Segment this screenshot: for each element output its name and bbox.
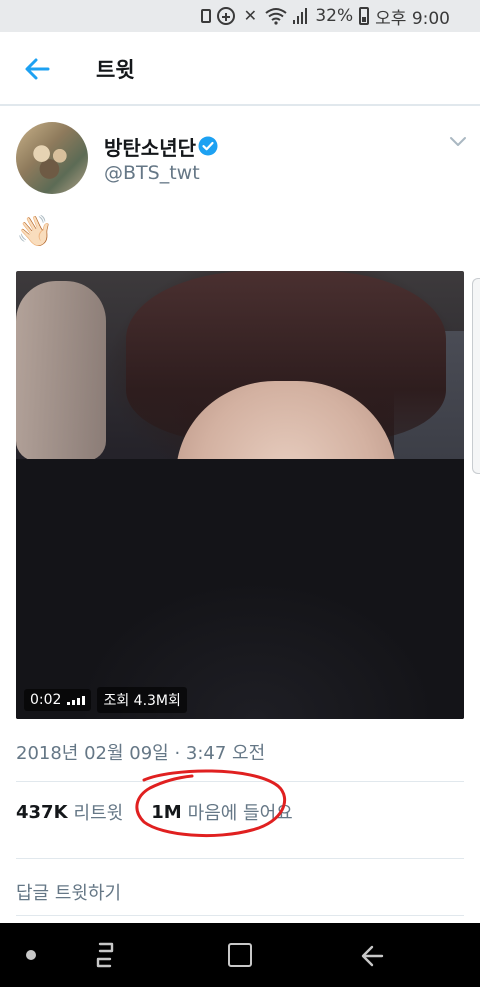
- likes-stat[interactable]: 1M 마음에 들어요: [151, 799, 293, 825]
- tweet-text: 👋🏻: [16, 214, 54, 249]
- tweet-stats: 437K 리트윗 1M 마음에 들어요: [16, 798, 293, 826]
- video-info-badge: 0:02 조회 4.3M회: [24, 687, 187, 713]
- chevron-down-icon[interactable]: [448, 134, 468, 148]
- page-title: 트윗: [96, 58, 135, 82]
- likes-count: 1M: [151, 801, 182, 823]
- volume-icon: [67, 695, 86, 705]
- retweets-label: 리트윗: [73, 803, 124, 824]
- verified-badge-icon: [198, 136, 218, 156]
- likes-label: 마음에 들어요: [187, 803, 293, 824]
- video-duration: 0:02: [30, 692, 62, 708]
- app-header: 트윗: [0, 32, 480, 106]
- tweet-author: 방탄소년단 @BTS_twt: [16, 122, 466, 198]
- video-views: 조회 4.3M회: [103, 693, 181, 709]
- divider: [16, 781, 464, 782]
- author-name[interactable]: 방탄소년단: [104, 132, 196, 161]
- back-arrow-icon: [25, 58, 50, 80]
- retweets-stat[interactable]: 437K 리트윗: [16, 799, 123, 825]
- data-saver-icon: [217, 7, 236, 25]
- mute-icon: ✕: [243, 6, 258, 25]
- author-handle: @BTS_twt: [104, 162, 200, 184]
- wifi-icon: [265, 7, 287, 25]
- system-nav-bar: [0, 923, 480, 987]
- tweet-timestamp: 2018년 02월 09일 · 3:47 오전: [16, 743, 266, 764]
- battery-icon: [359, 7, 370, 25]
- back-button[interactable]: [22, 54, 52, 84]
- home-icon[interactable]: [228, 943, 252, 967]
- signal-icon: [293, 8, 309, 24]
- clock: 오후 9:00: [375, 8, 450, 29]
- recent-apps-icon[interactable]: [92, 941, 118, 969]
- divider: [16, 915, 464, 916]
- status-bar: ✕ 32% 오후 9:00: [0, 0, 480, 32]
- reply-tweet-link[interactable]: 답글 트윗하기: [16, 879, 121, 905]
- retweets-count: 437K: [16, 801, 68, 823]
- scroll-handle[interactable]: [472, 278, 480, 474]
- nav-back-icon[interactable]: [360, 943, 386, 969]
- battery-percent: 32%: [315, 6, 354, 26]
- avatar[interactable]: [16, 122, 88, 194]
- nav-dot-icon: [26, 950, 36, 960]
- divider: [16, 858, 464, 859]
- battery-saver-icon: [201, 9, 212, 23]
- tweet-video[interactable]: 0:02 조회 4.3M회: [16, 271, 464, 719]
